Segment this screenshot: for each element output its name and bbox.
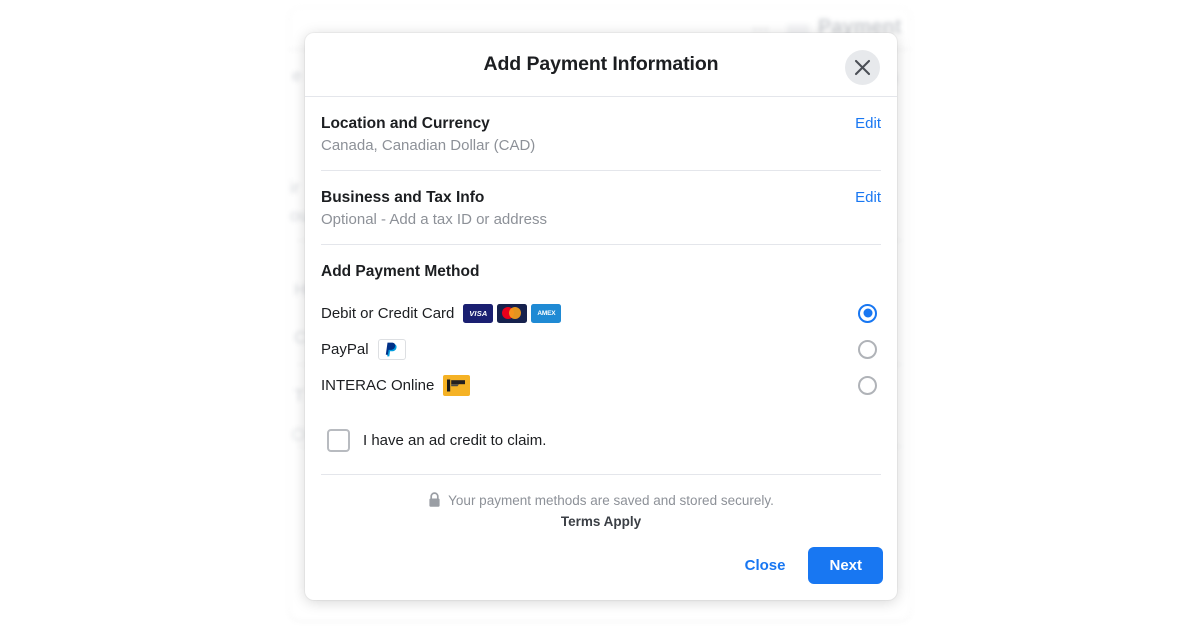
payment-option-label: Debit or Credit Card	[321, 304, 455, 322]
amex-logo: AMEX	[531, 303, 562, 323]
payment-option-paypal[interactable]: PayPal	[321, 331, 881, 367]
background-fragment: e	[292, 66, 302, 85]
visa-logo: VISA	[463, 303, 494, 323]
dialog-header: Add Payment Information	[305, 33, 897, 97]
close-button[interactable]: Close	[732, 548, 799, 583]
section-title: Business and Tax Info	[321, 189, 485, 206]
section-subtitle: Optional - Add a tax ID or address	[321, 211, 547, 228]
paypal-logo	[377, 338, 406, 360]
mastercard-yellow-circle	[509, 307, 522, 319]
lock-icon	[429, 492, 440, 507]
edit-business-link[interactable]: Edit	[855, 189, 881, 206]
payment-option-debit-or-credit-card[interactable]: Debit or Credit Card VISA AMEX	[321, 295, 881, 331]
radio-paypal[interactable]	[858, 339, 877, 359]
payment-option-label: INTERAC Online	[321, 376, 435, 394]
background-fragment: T	[294, 386, 305, 405]
section-add-payment-method: Add Payment Method Debit or Credit Card …	[321, 245, 881, 407]
close-icon[interactable]	[845, 50, 880, 85]
background-fragment: ir	[290, 178, 300, 197]
payment-methods-title: Add Payment Method	[321, 263, 480, 280]
security-line: Your payment methods are saved and store…	[321, 492, 881, 508]
section-location-and-currency: Location and Currency Canada, Canadian D…	[321, 97, 881, 171]
payment-option-label: PayPal	[321, 340, 369, 358]
paypal-glyph	[385, 342, 397, 356]
payment-option-interac-online[interactable]: INTERAC Online	[321, 367, 881, 403]
terms-apply-text: Terms Apply	[560, 514, 642, 529]
card-logos: VISA AMEX	[463, 303, 562, 323]
radio-interac-online[interactable]	[858, 375, 877, 395]
ad-credit-checkbox[interactable]	[327, 429, 350, 452]
mastercard-logo	[497, 303, 528, 323]
background-dot	[292, 428, 305, 441]
section-business-and-tax-info: Business and Tax Info Optional - Add a t…	[321, 171, 881, 245]
security-notice: Your payment methods are saved and store…	[321, 475, 881, 529]
security-text: Your payment methods are saved and store…	[448, 492, 774, 508]
edit-location-link[interactable]: Edit	[855, 115, 881, 132]
dialog-footer: Close Next	[305, 533, 897, 600]
ad-credit-label: I have an ad credit to claim.	[363, 432, 547, 449]
dialog-title: Add Payment Information	[483, 53, 719, 75]
dialog-body: Location and Currency Canada, Canadian D…	[305, 97, 897, 533]
ad-credit-row[interactable]: I have an ad credit to claim.	[321, 407, 881, 475]
interac-glyph	[446, 379, 465, 391]
add-payment-information-dialog: Add Payment Information Location and Cur…	[305, 33, 897, 600]
radio-debit-or-credit-card[interactable]	[858, 303, 877, 323]
interac-logo	[443, 374, 471, 396]
next-button[interactable]: Next	[808, 547, 883, 584]
section-subtitle: Canada, Canadian Dollar (CAD)	[321, 137, 536, 154]
section-title: Location and Currency	[321, 115, 490, 132]
close-glyph	[854, 59, 871, 76]
